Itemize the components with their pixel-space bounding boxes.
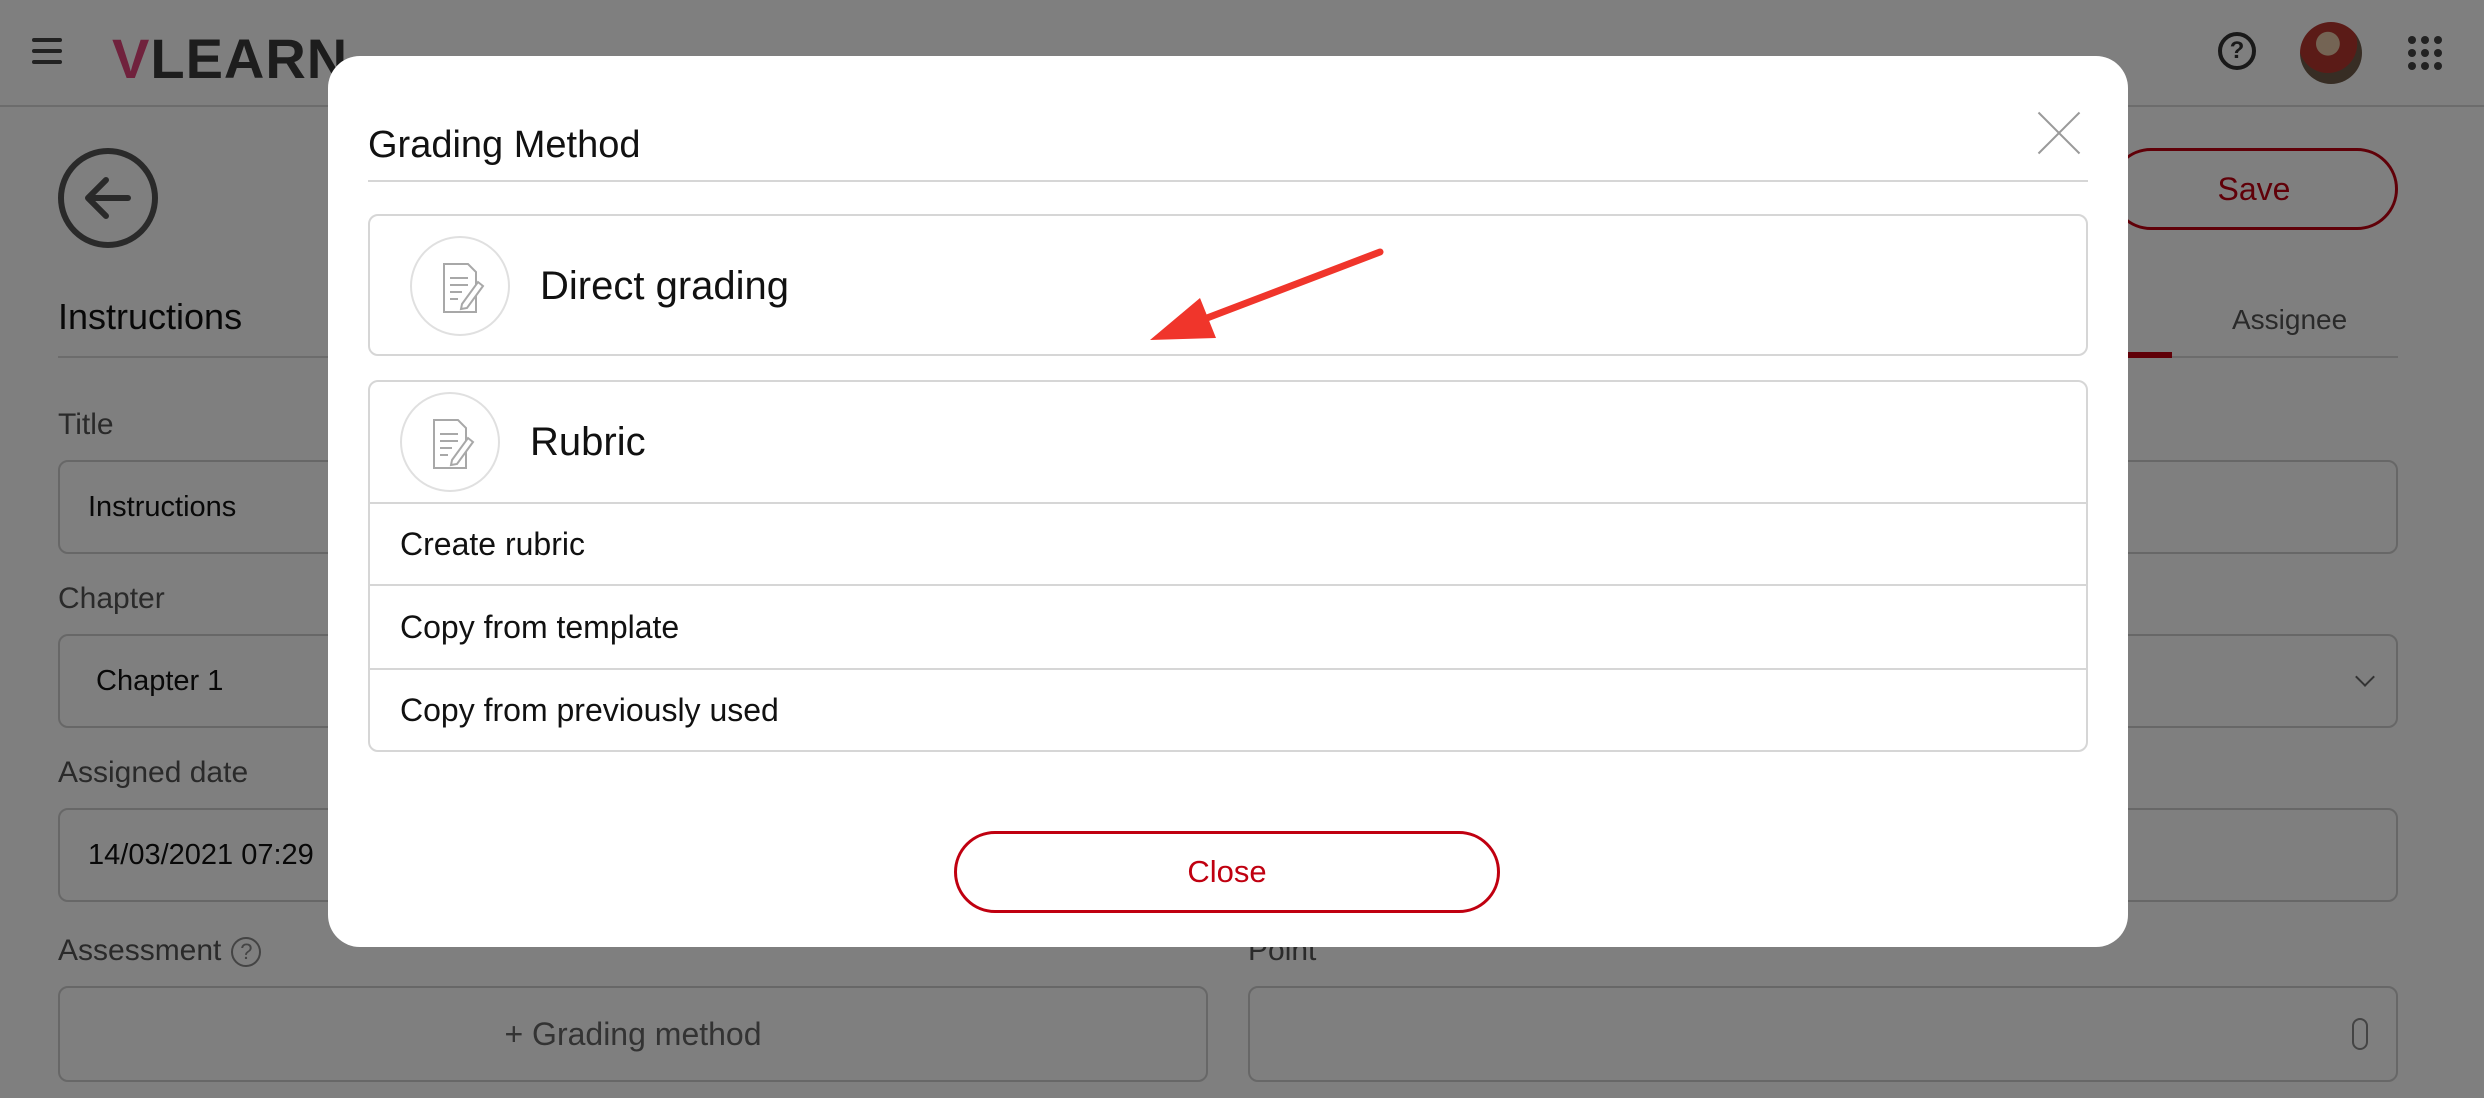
rubric-option: Rubric Create rubric Copy from template … (368, 380, 2088, 752)
direct-grading-label: Direct grading (540, 264, 790, 308)
annotation-arrow-icon (1150, 248, 1384, 340)
rubric-label: Rubric (530, 420, 646, 464)
rubric-option-copy-previous[interactable]: Copy from previously used (370, 668, 2086, 750)
close-icon[interactable] (2038, 112, 2080, 154)
close-button[interactable]: Close (954, 831, 1500, 913)
dialog-divider (368, 180, 2088, 182)
grading-method-dialog: Grading Method Direct grading Rubric Cre… (328, 56, 2128, 947)
document-edit-icon (400, 392, 500, 492)
document-edit-icon (410, 236, 510, 336)
rubric-option-create[interactable]: Create rubric (370, 502, 2086, 584)
dialog-title: Grading Method (368, 124, 641, 166)
rubric-option-copy-template[interactable]: Copy from template (370, 584, 2086, 668)
